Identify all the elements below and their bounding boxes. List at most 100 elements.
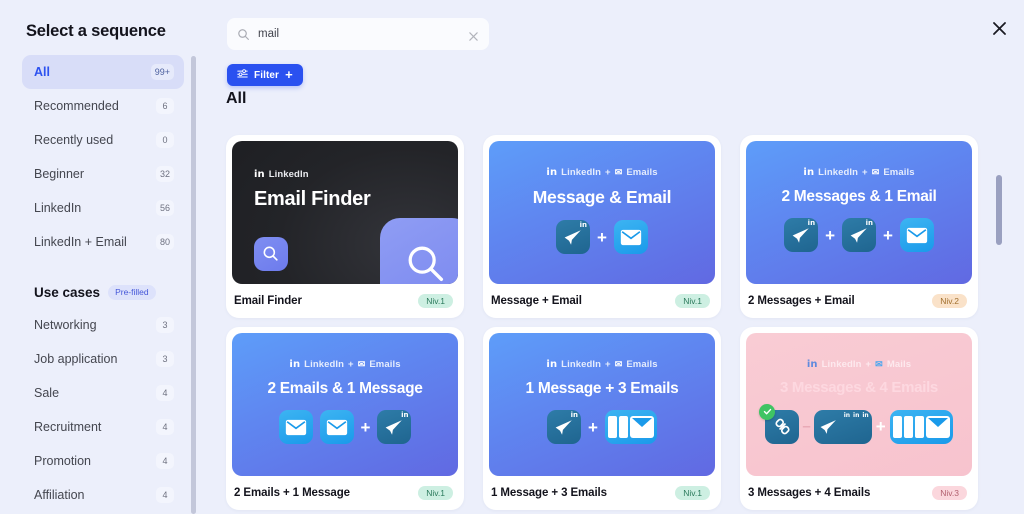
sidebar-item-count: 99+ (150, 64, 174, 80)
card-artwork: in LinkedIn Email Finder (232, 141, 458, 284)
sidebar-item-label: Recommended (34, 99, 119, 113)
card-artwork: in LinkedIn + ✉ Mails 3 Messages & 4 Ema… (746, 333, 972, 476)
plus-separator: + (883, 225, 893, 245)
dash-separator: – (802, 418, 811, 435)
multi-email-icon (604, 410, 657, 445)
filter-button-label: Filter (254, 69, 280, 81)
sequence-card[interactable]: in LinkedIn + ✉ Emails 2 Messages & 1 Em… (740, 135, 978, 318)
linkedin-invite-icon (759, 403, 800, 444)
sequence-card[interactable]: in LinkedIn + ✉ Emails Message & Email i… (483, 135, 721, 318)
plus-separator: + (588, 417, 598, 437)
sidebar-item-recently-used[interactable]: Recently used 0 (22, 123, 184, 157)
email-sheet (607, 416, 617, 439)
sidebar-item-label: LinkedIn (34, 201, 82, 215)
magnifier-icon (254, 237, 288, 271)
close-button[interactable] (984, 13, 1014, 43)
card-art-title: Email Finder (254, 188, 371, 210)
sidebar-item-linkedin[interactable]: LinkedIn 56 (22, 191, 184, 225)
sidebar-item-count: 3 (156, 351, 174, 367)
card-footer: Message + Email Niv.1 (489, 284, 715, 318)
sidebar-item-networking[interactable]: Networking 3 (22, 308, 184, 342)
results-scrollbar[interactable] (996, 175, 1002, 245)
sequence-card[interactable]: in LinkedIn + ✉ Emails 1 Message + 3 Ema… (483, 327, 721, 510)
card-platform-label: LinkedIn (304, 359, 345, 370)
email-icon (899, 218, 934, 253)
card-level-badge: Niv.1 (418, 485, 453, 501)
linkedin-message-icon: in (842, 218, 876, 253)
plus-separator: + (875, 417, 886, 436)
sequence-card[interactable]: in LinkedIn + ✉ Emails 2 Emails & 1 Mess… (226, 327, 464, 510)
card-platform-label-2: Emails (369, 359, 401, 370)
plus-separator: + (605, 167, 611, 178)
card-platform-row: in LinkedIn (232, 169, 309, 180)
envelope-icon: ✉ (871, 167, 880, 177)
card-platform-row: in LinkedIn + ✉ Emails (803, 167, 914, 178)
card-platform-label-2: Emails (626, 167, 658, 178)
sidebar-item-beginner[interactable]: Beginner 32 (22, 157, 184, 191)
magnifier-large-icon (380, 218, 458, 284)
search-input[interactable]: mail (258, 28, 460, 40)
envelope-icon: ✉ (875, 359, 883, 369)
sidebar-item-label: Recently used (34, 133, 114, 147)
card-platform-label: LinkedIn (821, 359, 862, 370)
sidebar-item-label: Affiliation (34, 488, 85, 502)
plus-separator: + (348, 359, 354, 370)
linkedin-icon: in (803, 166, 815, 178)
plus-separator: + (865, 359, 872, 370)
card-icon-row: in + (489, 410, 715, 445)
linkedin-badge-icon: in (862, 411, 869, 419)
sidebar-item-count: 32 (155, 166, 174, 182)
plus-separator: + (862, 167, 868, 178)
search-bar[interactable]: mail (227, 18, 489, 50)
sidebar-item-label: Networking (34, 318, 97, 332)
linkedin-badge-icon: in (401, 411, 409, 420)
sidebar-item-label: LinkedIn + Email (34, 235, 127, 249)
sequence-card[interactable]: in LinkedIn Email Finder Email Finder Ni… (226, 135, 464, 318)
sidebar-item-linkedin-email[interactable]: LinkedIn + Email 80 (22, 225, 184, 259)
sidebar: Select a sequence All 99+ Recommended 6 … (0, 0, 196, 514)
card-level-badge: Niv.1 (675, 485, 710, 501)
linkedin-badge-icon: in (579, 221, 588, 230)
card-footer: 2 Emails + 1 Message Niv.1 (232, 476, 458, 510)
search-icon (237, 28, 250, 41)
card-artwork: in LinkedIn + ✉ Emails 1 Message + 3 Ema… (489, 333, 715, 476)
sidebar-item-recommended[interactable]: Recommended 6 (22, 89, 184, 123)
email-icon (613, 220, 648, 255)
card-platform-label-2: Emails (883, 167, 915, 178)
card-title: Email Finder (234, 295, 302, 307)
email-sheet (903, 415, 913, 438)
sequence-card[interactable]: in LinkedIn + ✉ Mails 3 Messages & 4 Ema… (740, 327, 978, 510)
card-art-title: Message & Email (532, 187, 672, 207)
linkedin-icon: in (546, 358, 558, 370)
card-level-badge: Niv.1 (418, 293, 453, 309)
card-platform-label-2: Emails (626, 359, 658, 370)
sliders-icon (237, 66, 248, 84)
plus-separator: + (825, 225, 835, 245)
linkedin-badge-icon: in (853, 411, 860, 419)
card-icon-row: in + (489, 220, 715, 255)
sidebar-item-label: All (34, 65, 50, 79)
sidebar-item-label: Sale (34, 386, 60, 400)
sidebar-item-count: 4 (156, 487, 174, 503)
sidebar-item-recruitment[interactable]: Recruitment 4 (22, 410, 184, 444)
sidebar-item-job-application[interactable]: Job application 3 (22, 342, 184, 376)
email-sheet (892, 415, 902, 438)
card-platform-row: in LinkedIn + ✉ Emails (289, 359, 400, 370)
card-platform-label: LinkedIn (268, 169, 309, 180)
sidebar-item-sale[interactable]: Sale 4 (22, 376, 184, 410)
sidebar-item-count: 0 (156, 132, 174, 148)
prefilled-badge: Pre-filled (108, 285, 156, 300)
filter-button[interactable]: Filter + (227, 64, 303, 86)
card-footer: 3 Messages + 4 Emails Niv.3 (746, 476, 972, 510)
sidebar-item-count: 6 (156, 98, 174, 114)
card-platform-label: LinkedIn (561, 359, 602, 370)
clear-icon[interactable] (468, 29, 479, 41)
sidebar-item-label: Job application (34, 352, 118, 366)
card-title: 1 Message + 3 Emails (491, 487, 607, 499)
card-platform-label: LinkedIn (818, 167, 859, 178)
linkedin-badge-icon: in (865, 219, 873, 228)
sidebar-usecase-list: Networking 3 Job application 3 Sale 4 Re… (0, 308, 196, 512)
sidebar-item-all[interactable]: All 99+ (22, 55, 184, 89)
sidebar-item-affiliation[interactable]: Affiliation 4 (22, 478, 184, 512)
sidebar-item-promotion[interactable]: Promotion 4 (22, 444, 184, 478)
